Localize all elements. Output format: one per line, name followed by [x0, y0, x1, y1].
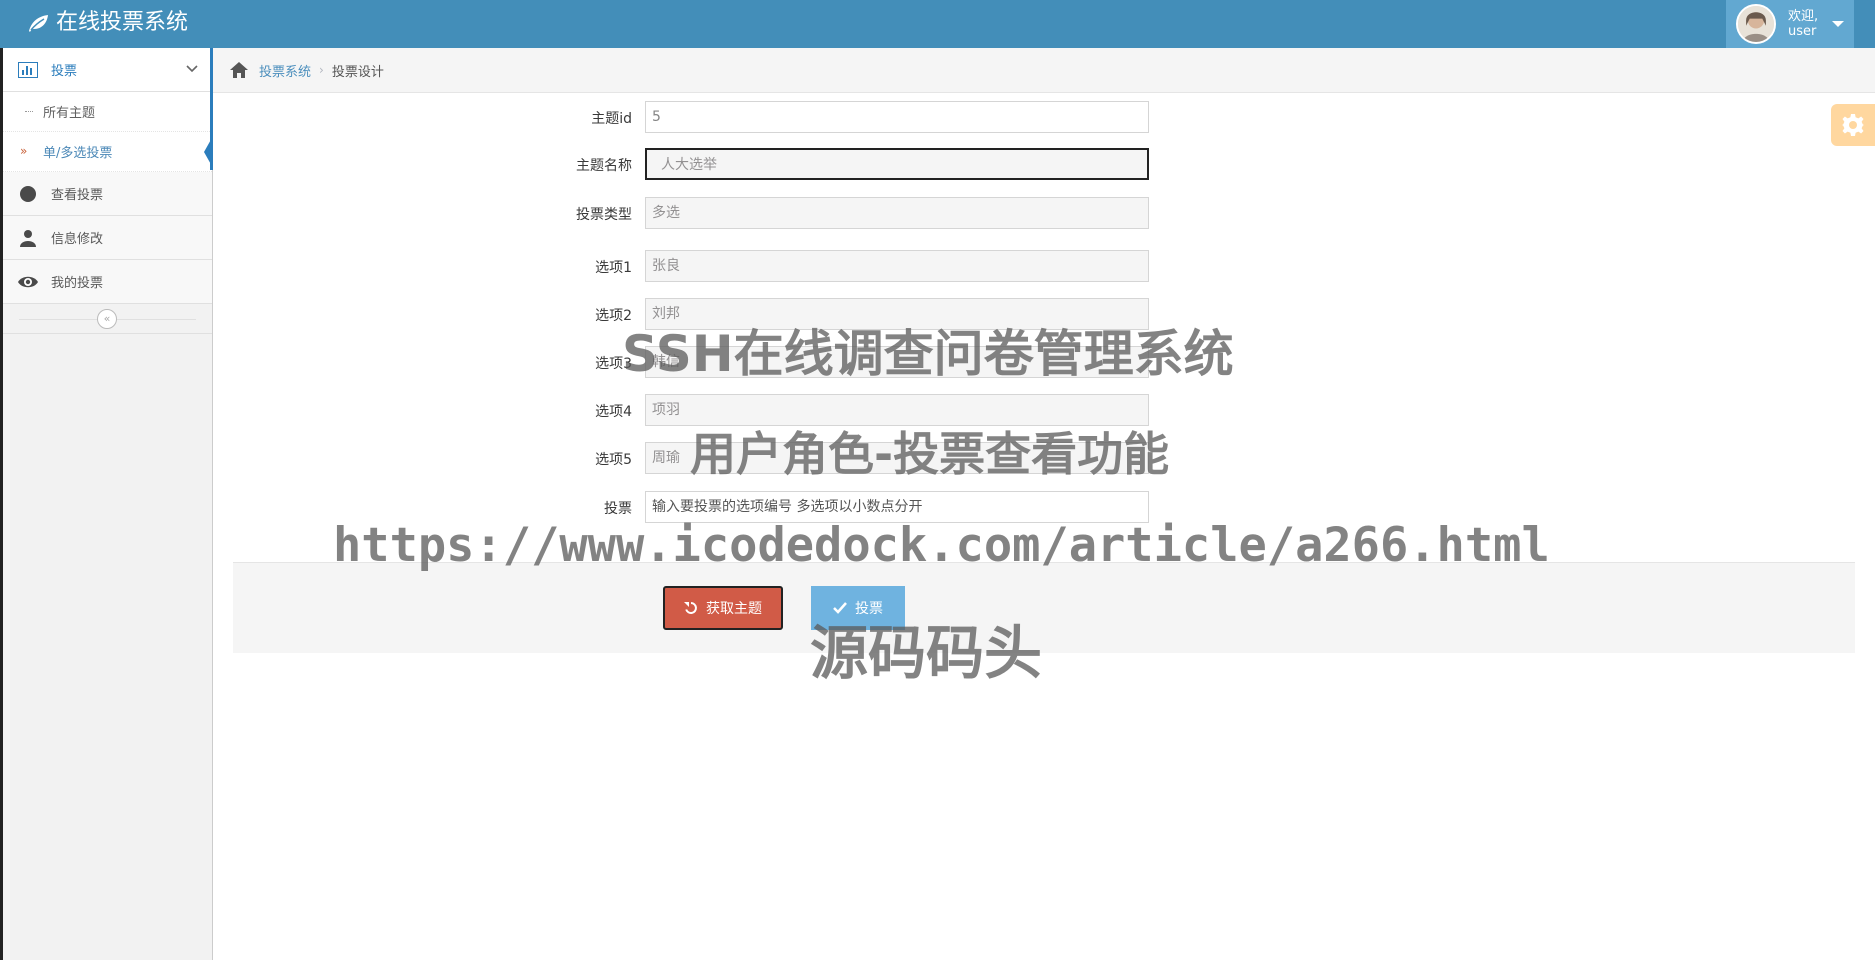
vote-label: 投票: [604, 501, 632, 517]
user-menu[interactable]: 欢迎, user: [1726, 0, 1854, 48]
double-angle-right-icon: »: [20, 144, 28, 158]
tree-line: [25, 111, 33, 112]
form-row-topic-name: 主题名称 人大选举: [520, 148, 1150, 180]
option-label: 选项3: [595, 356, 632, 372]
user-name: user: [1788, 24, 1817, 39]
sidebar-item-label: 信息修改: [51, 232, 104, 247]
topic-id-input[interactable]: 5: [645, 101, 1149, 133]
vote-type-label: 投票类型: [576, 207, 632, 223]
vote-input[interactable]: 输入要投票的选项编号 多选项以小数点分开: [645, 491, 1149, 523]
form-row-topic-id: 主题id 5: [520, 101, 1150, 133]
option-3-input[interactable]: 韩信: [645, 346, 1149, 378]
user-greeting: 欢迎,: [1788, 9, 1819, 24]
vote-button[interactable]: 投票: [811, 586, 905, 630]
chevron-down-icon: [186, 62, 198, 78]
bar-chart-icon: [17, 61, 39, 79]
settings-gear-button[interactable]: [1831, 104, 1875, 146]
brand[interactable]: 在线投票系统: [26, 8, 188, 38]
topic-id-label: 主题id: [591, 111, 632, 127]
option-label: 选项4: [595, 404, 632, 420]
sidebar-item-my-votes[interactable]: 我的投票: [3, 260, 212, 304]
option-4-input[interactable]: 项羽: [645, 394, 1149, 426]
gear-icon: [1842, 114, 1864, 136]
form-row-option-3: 选项3 韩信: [520, 346, 1150, 378]
top-navbar: 在线投票系统 欢迎, user: [0, 0, 1875, 48]
sidebar-subitem-single-multi-vote[interactable]: » 单/多选投票: [3, 132, 213, 172]
option-2-input[interactable]: 刘邦: [645, 298, 1149, 330]
avatar: [1736, 4, 1776, 44]
undo-icon: [684, 602, 697, 614]
sidebar-item-label: 投票: [51, 64, 78, 79]
option-1-input[interactable]: 张良: [645, 250, 1149, 282]
form-row-vote: 投票 输入要投票的选项编号 多选项以小数点分开: [520, 491, 1150, 523]
topic-name-label: 主题名称: [576, 158, 632, 174]
user-info: 欢迎, user: [1788, 9, 1818, 39]
sidebar-subitem-label: 单/多选投票: [43, 146, 113, 161]
breadcrumb-root-link[interactable]: 投票系统: [259, 61, 311, 80]
get-topic-button[interactable]: 获取主题: [663, 586, 783, 630]
sidebar-item-vote[interactable]: 投票: [3, 48, 212, 92]
caret-down-icon: [1832, 21, 1845, 27]
sidebar: 投票 所有主题 » 单/多选投票 查看投票 信息修改 我的投票 «: [3, 48, 213, 960]
get-topic-label: 获取主题: [706, 601, 762, 617]
form-row-option-5: 选项5 周瑜: [520, 442, 1150, 474]
sidebar-subitem-all-topics[interactable]: 所有主题: [3, 92, 212, 132]
sidebar-subitem-label: 所有主题: [43, 106, 96, 121]
sidebar-item-view-votes[interactable]: 查看投票: [3, 172, 212, 216]
home-icon[interactable]: [229, 61, 249, 79]
sidebar-item-label: 查看投票: [51, 188, 104, 203]
vote-button-label: 投票: [855, 601, 883, 617]
option-5-input[interactable]: 周瑜: [645, 442, 1149, 474]
sidebar-item-edit-info[interactable]: 信息修改: [3, 216, 212, 260]
check-icon: [833, 602, 847, 614]
form-row-option-1: 选项1 张良: [520, 250, 1150, 282]
brand-title: 在线投票系统: [56, 10, 189, 35]
eye-icon: [17, 273, 39, 291]
sidebar-item-label: 我的投票: [51, 276, 104, 291]
option-label: 选项1: [595, 260, 632, 276]
vote-type-input[interactable]: 多选: [645, 197, 1149, 229]
form-row-option-4: 选项4 项羽: [520, 394, 1150, 426]
form-row-option-2: 选项2 刘邦: [520, 298, 1150, 330]
topic-name-input[interactable]: 人大选举: [645, 148, 1149, 180]
user-icon: [17, 229, 39, 247]
option-label: 选项5: [595, 452, 632, 468]
circle-icon: [17, 185, 39, 203]
option-label: 选项2: [595, 308, 632, 324]
breadcrumb-separator: ›: [319, 63, 324, 77]
form-actions: 获取主题 投票: [233, 562, 1855, 653]
leaf-icon: [29, 15, 48, 32]
collapse-sidebar-icon[interactable]: «: [97, 309, 117, 329]
breadcrumb-current: 投票设计: [331, 64, 384, 80]
sidebar-collapse-row: «: [3, 304, 212, 334]
breadcrumb: 投票系统 › 投票设计: [213, 48, 1875, 93]
form-row-vote-type: 投票类型 多选: [520, 197, 1150, 229]
